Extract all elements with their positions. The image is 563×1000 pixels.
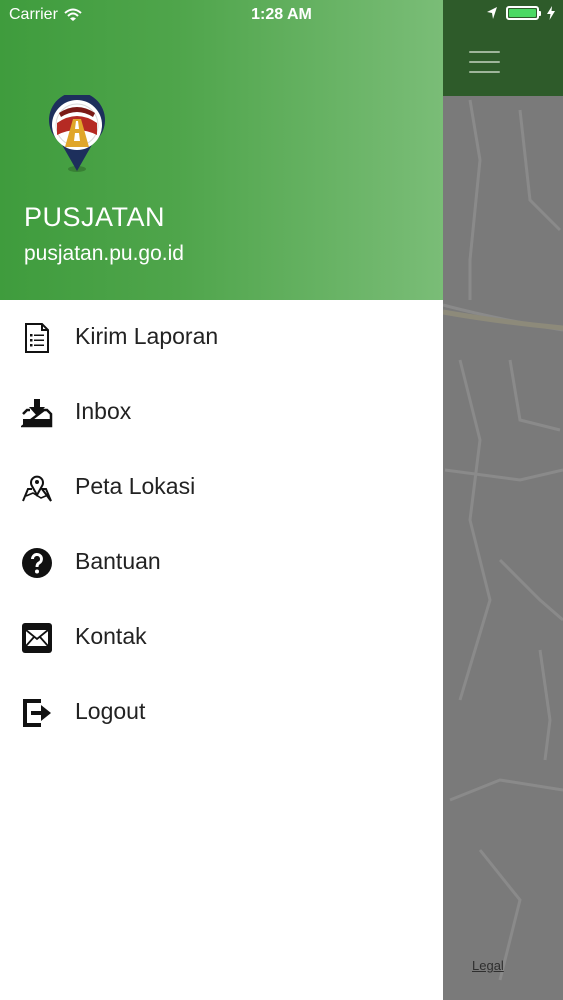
charging-bolt-icon [547,6,555,20]
status-right [486,6,555,20]
status-time: 1:28 AM [251,6,312,23]
menu-label-bantuan: Bantuan [75,548,161,574]
logout-icon [21,697,53,729]
location-arrow-icon [487,7,497,19]
battery-fill [509,9,536,17]
menu-item-inbox[interactable]: Inbox [0,375,443,450]
menu-item-kontak[interactable]: Kontak [0,600,443,675]
app-name: PUSJATAN [24,202,166,232]
map-location-icon [21,472,53,504]
menu-item-bantuan[interactable]: Bantuan [0,525,443,600]
menu-label-peta-lokasi: Peta Lokasi [75,473,196,499]
drawer-menu: Kirim Laporan Inbox Peta Lokasi Bantuan … [0,300,443,750]
mail-icon [21,622,53,654]
pusjatan-logo-icon [49,95,105,172]
inbox-icon [21,397,53,429]
menu-label-kirim-laporan: Kirim Laporan [75,323,219,349]
hamburger-menu-icon[interactable] [469,51,500,73]
legal-link[interactable]: Legal [472,958,504,973]
status-bar: Carrier 1:28 AM [0,0,563,32]
menu-item-kirim-laporan[interactable]: Kirim Laporan [0,300,443,375]
drawer-header: PUSJATAN pusjatan.pu.go.id [0,0,443,300]
menu-label-logout: Logout [75,698,146,724]
battery-icon [506,6,541,20]
help-icon [21,547,53,579]
menu-item-peta-lokasi[interactable]: Peta Lokasi [0,450,443,525]
menu-label-inbox: Inbox [75,398,132,424]
navigation-drawer: PUSJATAN pusjatan.pu.go.id Kirim Laporan [0,0,443,1000]
menu-item-logout[interactable]: Logout [0,675,443,750]
menu-label-kontak: Kontak [75,623,147,649]
report-icon [21,322,53,354]
app-url: pusjatan.pu.go.id [24,242,184,265]
